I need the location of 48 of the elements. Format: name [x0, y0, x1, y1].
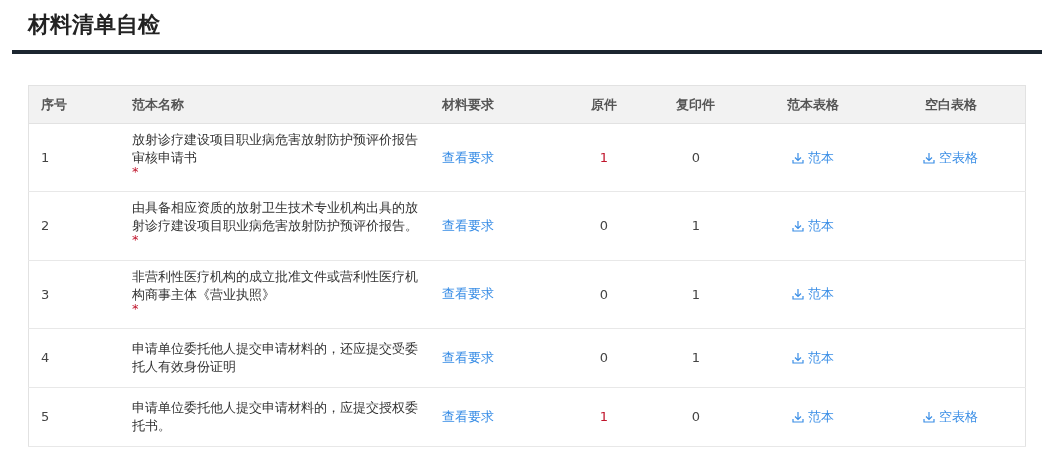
template-download-link[interactable]: 范本: [792, 285, 835, 304]
view-requirements-link[interactable]: 查看要求: [442, 148, 495, 167]
copy-count: 0: [691, 150, 700, 166]
row-number: 4: [41, 350, 50, 366]
column-header: 原件: [567, 85, 641, 124]
blank-form-download-link[interactable]: 空表格: [923, 408, 979, 426]
view-requirements-link[interactable]: 查看要求: [442, 217, 495, 235]
material-name: 放射诊疗建设项目职业病危害放射防护预评价报告审核申请书: [132, 131, 419, 167]
row-number: 2: [41, 218, 50, 234]
view-requirements-link[interactable]: 查看要求: [442, 285, 495, 304]
blank-form-download-link[interactable]: 空表格: [923, 148, 979, 167]
download-icon: [792, 411, 805, 423]
template-download-link[interactable]: 范本: [792, 217, 835, 235]
column-header: 范本表格: [750, 85, 877, 124]
original-count: 0: [599, 218, 609, 234]
copy-count: 0: [691, 409, 700, 425]
copy-count: 1: [691, 286, 700, 302]
download-icon: [923, 411, 936, 423]
copy-count: 1: [691, 218, 700, 234]
template-download-link[interactable]: 范本: [792, 349, 835, 367]
row-number: 3: [41, 286, 50, 302]
material-name: 申请单位委托他人提交申请材料的，应提交授权委托书。: [132, 399, 419, 435]
row-number: 1: [41, 150, 50, 166]
original-count: 1: [599, 409, 609, 425]
download-icon: [792, 352, 805, 364]
download-icon: [792, 288, 805, 301]
column-header: 范本名称: [120, 85, 431, 124]
download-icon: [923, 151, 936, 164]
download-icon: [792, 151, 805, 164]
template-download-link[interactable]: 范本: [792, 408, 835, 426]
required-asterisk: *: [132, 232, 139, 248]
view-requirements-link[interactable]: 查看要求: [442, 349, 495, 367]
template-download-link[interactable]: 范本: [792, 148, 835, 167]
column-header: 复印件: [640, 85, 751, 124]
original-count: 1: [599, 150, 609, 166]
material-name: 由具备相应资质的放射卫生技术专业机构出具的放射诊疗建设项目职业病危害放射防护预评价报告。: [132, 199, 419, 235]
view-requirements-link[interactable]: 查看要求: [442, 408, 495, 426]
copy-count: 1: [691, 350, 700, 366]
download-icon: [792, 220, 805, 232]
material-name: 申请单位委托他人提交申请材料的，还应提交受委托人有效身份证明: [132, 340, 419, 376]
column-header: 材料要求: [430, 85, 568, 124]
row-number: 5: [41, 409, 50, 425]
original-count: 0: [599, 350, 609, 366]
original-count: 0: [599, 286, 609, 302]
required-asterisk: *: [132, 164, 139, 179]
column-header: 序号: [28, 85, 121, 124]
page-title: 材料清单自检: [28, 11, 161, 39]
column-header: 空白表格: [876, 85, 1026, 124]
